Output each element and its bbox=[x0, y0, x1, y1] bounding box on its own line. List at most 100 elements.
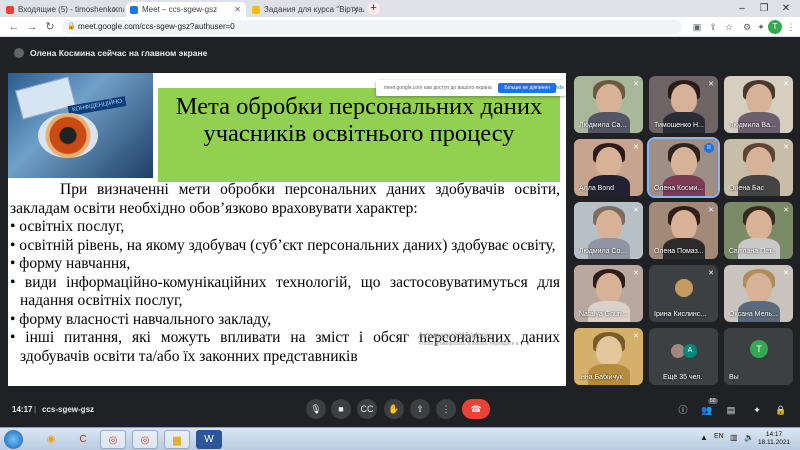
start-button[interactable] bbox=[4, 430, 23, 449]
tab-label: Входящие (5) - timoshenko.nata... bbox=[18, 5, 124, 14]
activities-icon[interactable]: ✦ bbox=[750, 403, 764, 417]
people-icon[interactable]: 👥 bbox=[700, 403, 714, 417]
system-clock[interactable]: 14:17 18.11.2021 bbox=[758, 431, 790, 447]
close-icon[interactable]: ✕ bbox=[352, 2, 359, 17]
microphone-button[interactable]: 🎙 bbox=[306, 399, 326, 419]
mic-muted-icon: ✕ bbox=[783, 207, 789, 214]
meet-icon bbox=[130, 6, 138, 14]
participant-name: Оксана Мель... bbox=[729, 311, 778, 318]
extensions-puzzle-icon[interactable]: ✦ bbox=[754, 20, 768, 34]
forward-icon[interactable]: → bbox=[24, 19, 40, 35]
microphone-icon: 🎙 bbox=[310, 404, 322, 414]
chrome-icon[interactable]: ◎ bbox=[100, 430, 126, 449]
participant-tile[interactable]: ✕ Світлана Пет... bbox=[724, 202, 793, 259]
participant-tile[interactable]: ✕ Natalya Ghuri... bbox=[574, 265, 643, 322]
browser-tab-bar: Входящие (5) - timoshenko.nata... ✕ Meet… bbox=[0, 0, 800, 17]
folder-icon[interactable]: ▆ bbox=[164, 430, 190, 449]
separator: | bbox=[34, 405, 37, 414]
network-icon[interactable]: ▥ bbox=[730, 433, 738, 442]
presenter-text: Олена Космина сейчас на главном экране bbox=[30, 48, 208, 58]
chrome-icon[interactable]: ◎ bbox=[132, 430, 158, 449]
participant-tile[interactable]: ✕ Людмила Ва... bbox=[724, 76, 793, 133]
camera-button[interactable]: ■ bbox=[331, 399, 351, 419]
extension-icon[interactable]: ⚙ bbox=[740, 20, 754, 34]
self-view-tile[interactable]: T Вы bbox=[724, 328, 793, 385]
host-controls-icon[interactable]: 🔒 bbox=[774, 403, 788, 417]
participant-face bbox=[596, 336, 622, 366]
speaking-indicator-icon: ıı bbox=[704, 143, 714, 153]
participant-face bbox=[596, 273, 622, 303]
captions-button[interactable]: CC bbox=[357, 399, 377, 419]
participant-tile[interactable]: ✕ Людмила Со... bbox=[574, 202, 643, 259]
tab-gmail[interactable]: Входящие (5) - timoshenko.nata... ✕ bbox=[2, 2, 124, 17]
participant-tile[interactable]: ✕ Олена Бас bbox=[724, 139, 793, 196]
yandex-icon[interactable]: ◉ bbox=[38, 430, 64, 449]
participant-tile[interactable]: ✕ Інна Бабійчук bbox=[574, 328, 643, 385]
back-icon[interactable]: ← bbox=[6, 19, 22, 35]
window-close-icon[interactable]: ✕ bbox=[776, 0, 796, 17]
clock-date: 18.11.2021 bbox=[758, 439, 791, 446]
participant-tile[interactable]: ✕ Людмила Са... bbox=[574, 76, 643, 133]
presenter-avatar bbox=[14, 48, 24, 58]
watermark-title: Активация Windows bbox=[418, 331, 492, 340]
leave-call-button[interactable]: ☎ bbox=[462, 399, 490, 419]
more-options-button[interactable]: ⋮ bbox=[436, 399, 456, 419]
language-indicator[interactable]: EN bbox=[714, 433, 724, 440]
more-participants-tile[interactable]: A Ещё 35 чел. bbox=[649, 328, 718, 385]
url-field[interactable]: 🔒 meet.google.com/ccs-sgew-gsz?authuser=… bbox=[62, 20, 682, 34]
participant-tile-active-speaker[interactable]: ıı Олена Косми... bbox=[647, 137, 720, 198]
minimize-icon[interactable]: – bbox=[732, 0, 752, 17]
tray-up-arrow-icon[interactable]: ▲ bbox=[700, 433, 708, 442]
share-popup-text: meet.google.com нав доступ до вашого екр… bbox=[384, 85, 492, 91]
meeting-code: ccs-sgew-gsz bbox=[42, 405, 95, 414]
participant-tile[interactable]: ✕ Ірина Кислинс... bbox=[649, 265, 718, 322]
participant-face bbox=[596, 84, 622, 114]
self-avatar: T bbox=[750, 340, 768, 358]
participant-tile[interactable]: ✕ Тимошенко Н... bbox=[649, 76, 718, 133]
new-tab-button[interactable]: + bbox=[367, 2, 380, 15]
present-button[interactable]: ⇧ bbox=[410, 399, 430, 419]
close-icon[interactable]: ✕ bbox=[112, 2, 119, 17]
eye-graphic bbox=[38, 113, 98, 158]
lock-icon: 🔒 bbox=[67, 23, 76, 30]
chat-icon[interactable]: ▤ bbox=[724, 403, 738, 417]
word-icon[interactable]: W bbox=[196, 430, 222, 449]
participant-name: Людмила Са... bbox=[579, 122, 627, 129]
slide-bullet: • форму навчання, bbox=[10, 255, 131, 272]
more-participants-label: Ещё 35 чел. bbox=[663, 374, 703, 381]
participant-tile[interactable]: ✕ Оксана Мель... bbox=[724, 265, 793, 322]
info-icon[interactable]: ⓘ bbox=[676, 403, 690, 417]
presenter-notice: Олена Космина сейчас на главном экране bbox=[14, 48, 207, 58]
reload-icon[interactable]: ↻ bbox=[42, 19, 58, 35]
captions-icon: CC bbox=[360, 404, 374, 414]
camera-icon[interactable]: ▣ bbox=[690, 20, 704, 34]
participant-tile[interactable]: ✕ Олена Помаз... bbox=[649, 202, 718, 259]
participant-tile[interactable]: ✕ Алла Bond bbox=[574, 139, 643, 196]
mic-muted-icon: ✕ bbox=[708, 207, 714, 214]
tab-meet[interactable]: Meet – ccs-sgew-gsz ✕ bbox=[126, 2, 246, 17]
share-icon[interactable]: ⇪ bbox=[706, 20, 720, 34]
hide-popup-link[interactable]: Hide bbox=[554, 80, 564, 96]
participant-name: Natalya Ghuri... bbox=[579, 311, 628, 318]
mic-muted-icon: ✕ bbox=[633, 207, 639, 214]
tab-classroom[interactable]: Задания для курса "Віртуальна ... ✕ bbox=[248, 2, 364, 17]
bookmark-star-icon[interactable]: ☆ bbox=[722, 20, 736, 34]
stop-sharing-button[interactable]: Більше не діяпинен bbox=[498, 83, 556, 93]
mic-muted-icon: ✕ bbox=[783, 144, 789, 151]
menu-kebab-icon[interactable]: ⋮ bbox=[784, 20, 798, 34]
participant-avatar: A bbox=[683, 344, 697, 358]
raise-hand-button[interactable]: ✋ bbox=[384, 399, 404, 419]
slide-bullet: • форму власності навчального закладу, bbox=[10, 310, 272, 328]
mic-muted-icon: ✕ bbox=[633, 144, 639, 151]
close-icon[interactable]: ✕ bbox=[234, 2, 241, 17]
participant-avatar bbox=[675, 279, 693, 297]
slide-bullet: • освітній рівень, на якому здобувач (су… bbox=[10, 236, 556, 254]
maximize-icon[interactable]: ❐ bbox=[754, 0, 774, 17]
profile-avatar[interactable]: Т bbox=[768, 20, 782, 34]
slide-bullet: • види інформаційно-комунікаційних техно… bbox=[10, 273, 560, 310]
meet-header: Олена Космина сейчас на главном экране bbox=[0, 37, 800, 70]
volume-icon[interactable]: 🔈 bbox=[744, 433, 754, 442]
present-screen-icon: ⇧ bbox=[416, 404, 424, 414]
browser-app-icon[interactable]: C bbox=[70, 430, 96, 449]
participant-name: Інна Бабійчук bbox=[579, 374, 623, 381]
